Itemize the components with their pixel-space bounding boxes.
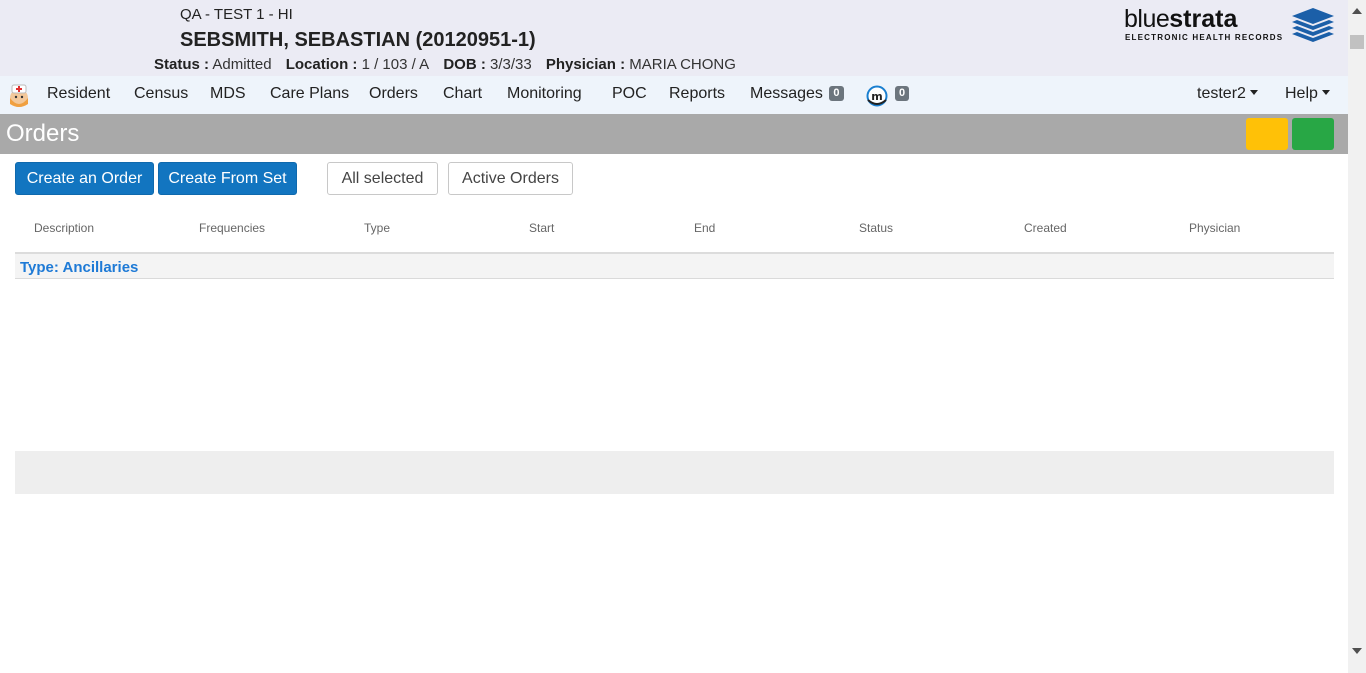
nav-chart[interactable]: Chart <box>443 76 482 114</box>
messages-count-badge: 0 <box>829 86 844 101</box>
scroll-down-icon[interactable] <box>1352 648 1362 654</box>
nav-resident[interactable]: Resident <box>47 76 110 114</box>
column-header-status[interactable]: Status <box>859 221 893 235</box>
physician-value: MARIA CHONG <box>629 56 736 73</box>
logo-wordmark: bluestrata <box>1124 5 1238 33</box>
dob-label: DOB : <box>443 56 486 73</box>
patient-header: QA - TEST 1 - HI SEBSMITH, SEBASTIAN (20… <box>0 0 1348 76</box>
filter-select-button[interactable]: All selected <box>327 162 438 195</box>
status-label: Status : <box>154 56 210 73</box>
nurse-avatar-icon[interactable] <box>6 82 32 108</box>
help-menu[interactable]: Help <box>1285 76 1330 114</box>
user-menu-label: tester2 <box>1197 85 1246 102</box>
column-header-created[interactable]: Created <box>1024 221 1067 235</box>
facility-name: QA - TEST 1 - HI <box>180 6 293 23</box>
column-header-start[interactable]: Start <box>529 221 554 235</box>
nav-poc[interactable]: POC <box>612 76 647 114</box>
nav-census[interactable]: Census <box>134 76 188 114</box>
nav-mds[interactable]: MDS <box>210 76 246 114</box>
group-label: Type: Ancillaries <box>20 259 139 276</box>
dob-value: 3/3/33 <box>489 56 532 73</box>
caret-down-icon <box>1321 90 1330 95</box>
nav-monitoring[interactable]: Monitoring <box>507 76 582 114</box>
column-header-end[interactable]: End <box>694 221 715 235</box>
column-header-physician[interactable]: Physician <box>1189 221 1240 235</box>
help-menu-label: Help <box>1285 85 1318 102</box>
green-status-button[interactable] <box>1292 118 1334 150</box>
page-scrollbar[interactable] <box>1348 0 1366 673</box>
nav-messages[interactable]: Messages 0 <box>750 76 844 114</box>
column-header-frequencies[interactable]: Frequencies <box>199 221 265 235</box>
active-orders-button[interactable]: Active Orders <box>448 162 573 195</box>
nav-care-plans[interactable]: Care Plans <box>270 76 349 114</box>
scroll-thumb[interactable] <box>1350 35 1364 49</box>
yellow-status-button[interactable] <box>1246 118 1288 150</box>
create-order-button[interactable]: Create an Order <box>15 162 154 195</box>
status-value: Admitted <box>212 56 272 73</box>
bluestrata-logo: bluestrata ELECTRONIC HEALTH RECORDS <box>1124 6 1336 46</box>
user-menu[interactable]: tester2 <box>1197 76 1258 114</box>
patient-info: Status : Admitted Location : 1 / 103 / A… <box>154 56 736 73</box>
nav-reports[interactable]: Reports <box>669 76 725 114</box>
svg-text:m: m <box>871 90 882 103</box>
main-navbar: Resident Census MDS Care Plans Orders Ch… <box>0 76 1348 114</box>
table-group-row: Type: Ancillaries <box>15 254 1334 279</box>
page-title-bar: Orders <box>0 114 1348 154</box>
logo-tagline: ELECTRONIC HEALTH RECORDS <box>1125 33 1284 42</box>
table-footer <box>15 451 1334 494</box>
m-count-badge: 0 <box>895 86 910 101</box>
location-value: 1 / 103 / A <box>361 56 430 73</box>
column-header-description[interactable]: Description <box>34 221 94 235</box>
page-title: Orders <box>6 120 80 147</box>
physician-label: Physician : <box>545 56 626 73</box>
m-count: 0 <box>893 76 910 114</box>
caret-down-icon <box>1249 90 1258 95</box>
column-header-type[interactable]: Type <box>364 221 390 235</box>
create-from-set-button[interactable]: Create From Set <box>158 162 297 195</box>
layers-stack-icon <box>1292 8 1334 42</box>
nav-orders[interactable]: Orders <box>369 76 418 114</box>
messages-label: Messages <box>750 85 823 102</box>
patient-name: SEBSMITH, SEBASTIAN (20120951-1) <box>180 29 536 51</box>
scroll-up-icon[interactable] <box>1352 8 1362 14</box>
location-label: Location : <box>285 56 358 73</box>
m-circle-icon[interactable]: m <box>865 85 890 107</box>
